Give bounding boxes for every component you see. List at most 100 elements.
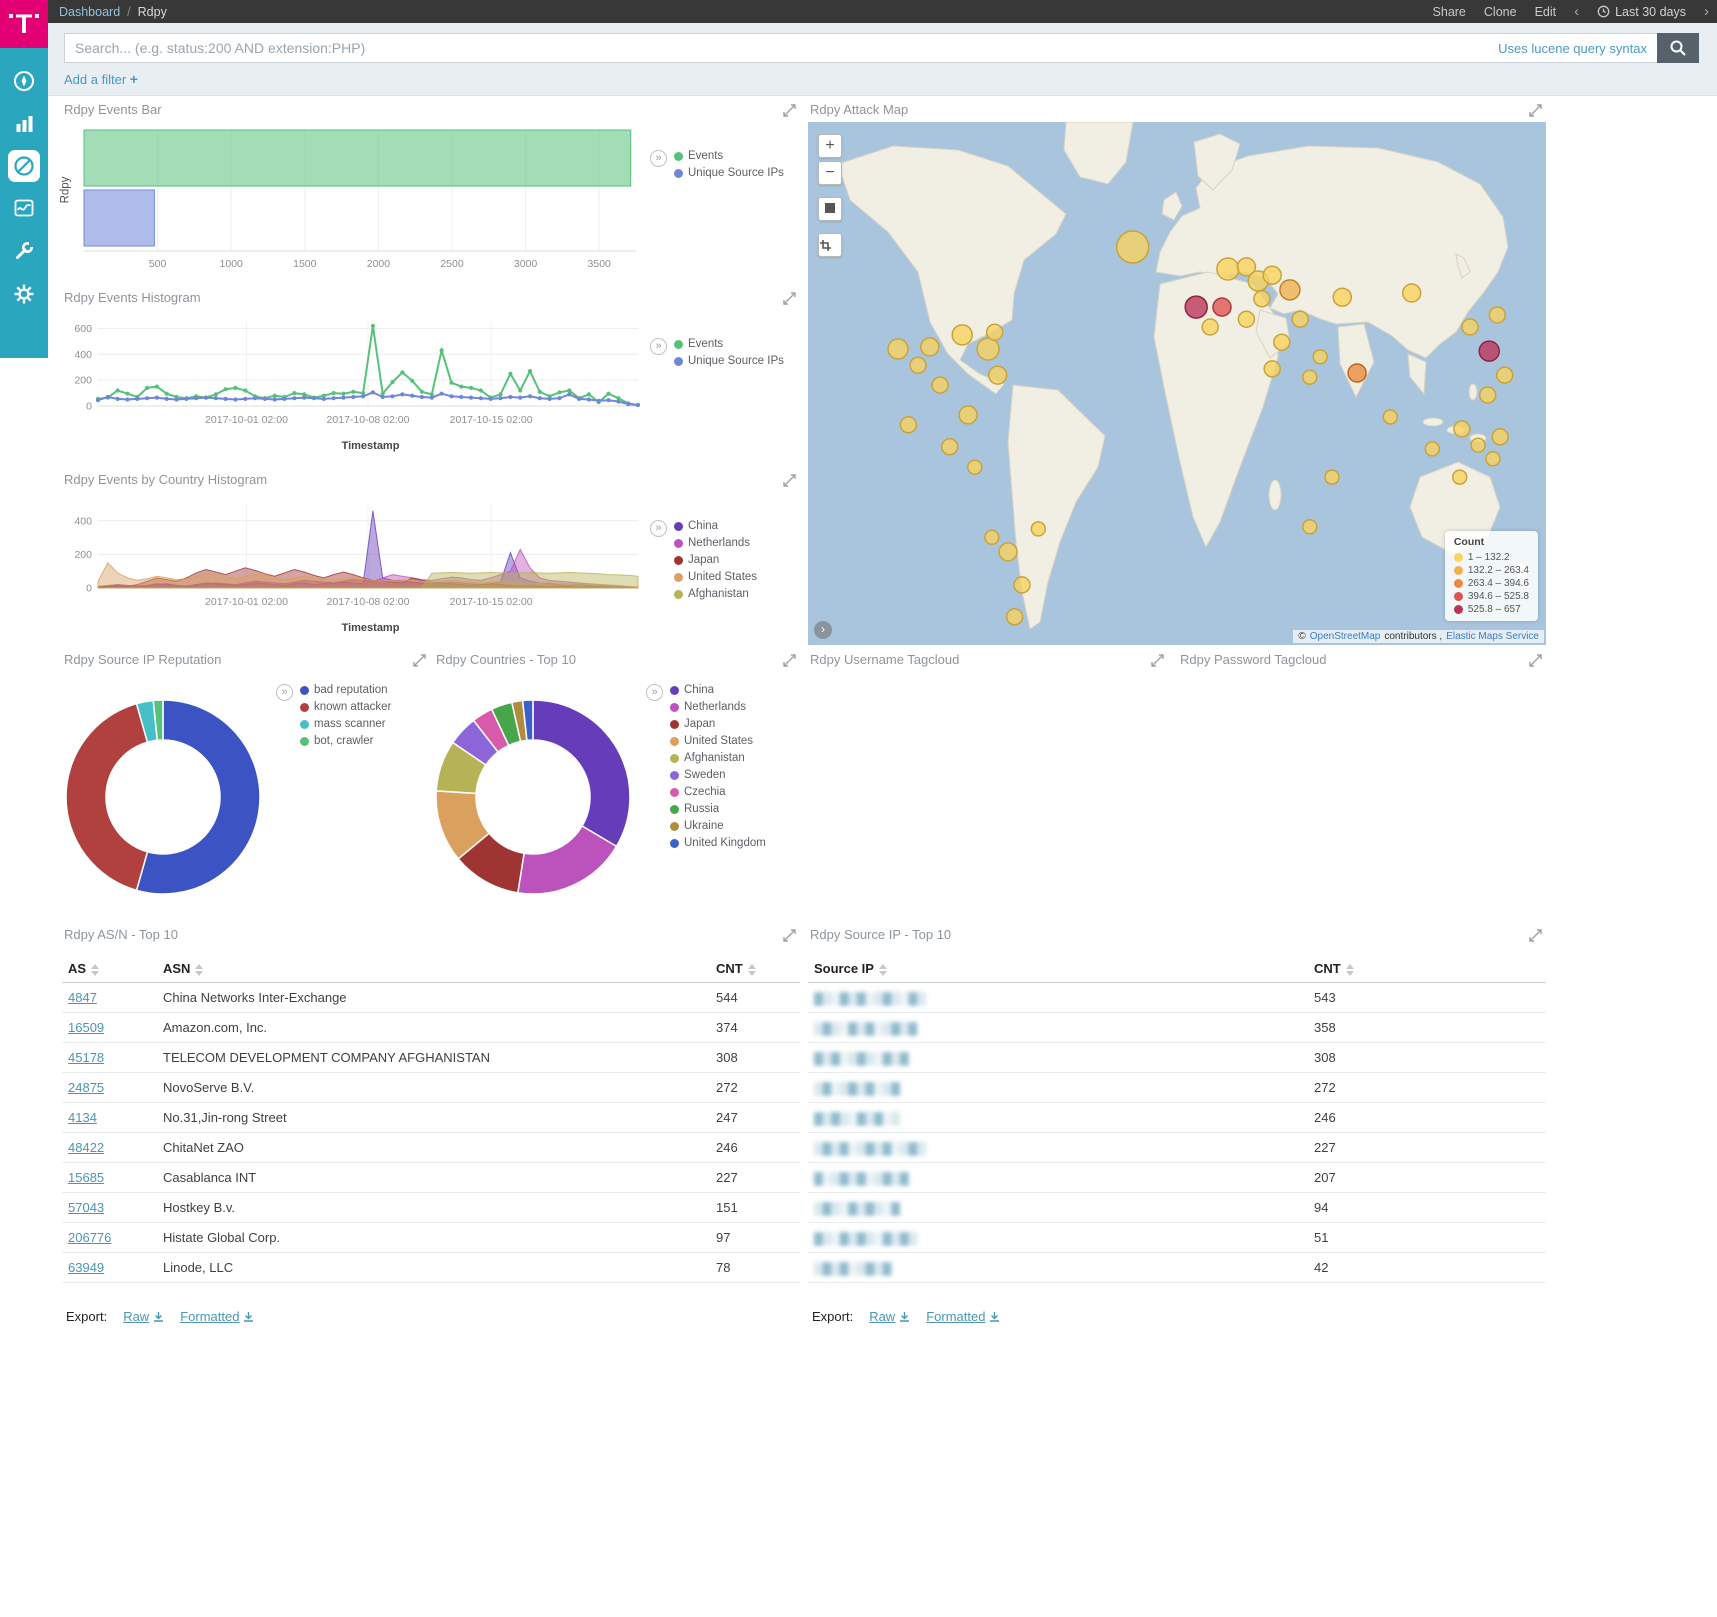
export-raw-link[interactable]: Raw — [869, 1309, 910, 1324]
column-header-source-ip[interactable]: Source IP — [808, 955, 1308, 983]
map-point[interactable] — [1471, 438, 1485, 452]
expand-icon[interactable] — [411, 652, 428, 669]
as-number-link[interactable]: 24875 — [68, 1080, 104, 1095]
map-point[interactable] — [1117, 231, 1149, 263]
zoom-in-button[interactable]: + — [818, 134, 842, 158]
map-point[interactable] — [1202, 319, 1218, 335]
map-point[interactable] — [1454, 421, 1470, 437]
map-point[interactable] — [1185, 296, 1207, 318]
map-point[interactable] — [1031, 522, 1045, 536]
lucene-syntax-link[interactable]: Uses lucene query syntax — [1498, 41, 1647, 56]
search-input[interactable] — [65, 34, 1657, 62]
legend-item[interactable]: Afghanistan — [674, 588, 757, 600]
clone-button[interactable]: Clone — [1484, 5, 1517, 19]
expand-icon[interactable] — [1527, 652, 1544, 669]
map-point[interactable] — [1263, 266, 1281, 284]
map-point[interactable] — [1213, 298, 1231, 316]
draw-bounds-button[interactable] — [818, 233, 842, 257]
expand-icon[interactable] — [781, 472, 798, 489]
export-formatted-link[interactable]: Formatted — [180, 1309, 254, 1324]
map-point[interactable] — [932, 377, 948, 393]
map-point[interactable] — [977, 338, 999, 360]
map-point[interactable] — [1403, 284, 1421, 302]
as-number-link[interactable]: 63949 — [68, 1260, 104, 1275]
map-point[interactable] — [987, 324, 1003, 340]
column-header-as[interactable]: AS — [62, 955, 157, 983]
attribution-toggle-icon[interactable]: › — [814, 621, 832, 639]
map-point[interactable] — [910, 357, 926, 373]
legend-item[interactable]: Unique Source IPs — [674, 167, 784, 179]
map-point[interactable] — [1453, 470, 1467, 484]
legend-item[interactable]: Netherlands — [670, 701, 766, 713]
expand-icon[interactable] — [781, 102, 798, 119]
time-back-icon[interactable]: ‹ — [1574, 3, 1579, 20]
legend-item[interactable]: United States — [670, 735, 766, 747]
legend-item[interactable]: Sweden — [670, 769, 766, 781]
sidebar-item-management[interactable] — [7, 277, 41, 311]
map-point[interactable] — [999, 543, 1017, 561]
edit-button[interactable]: Edit — [1535, 5, 1557, 19]
map-point[interactable] — [1480, 387, 1496, 403]
map-point[interactable] — [1303, 520, 1317, 534]
legend-item[interactable]: mass scanner — [300, 718, 391, 730]
legend-item[interactable]: United Kingdom — [670, 837, 766, 849]
legend-toggle-icon[interactable]: » — [276, 684, 293, 701]
add-filter-link[interactable]: Add a filter + — [64, 72, 138, 87]
expand-icon[interactable] — [781, 927, 798, 944]
expand-icon[interactable] — [1527, 102, 1544, 119]
telekom-logo[interactable]: T — [0, 0, 48, 48]
legend-item[interactable]: Czechia — [670, 786, 766, 798]
map-point[interactable] — [1217, 258, 1239, 280]
attack-map[interactable]: + − Count 1 – 132.2132.2 – 263.4263.4 – … — [808, 122, 1546, 645]
legend-item[interactable]: known attacker — [300, 701, 391, 713]
map-point[interactable] — [1489, 307, 1505, 323]
legend-item[interactable]: Events — [674, 150, 784, 162]
map-point[interactable] — [900, 417, 916, 433]
map-point[interactable] — [1497, 367, 1513, 383]
as-number-link[interactable]: 48422 — [68, 1140, 104, 1155]
share-button[interactable]: Share — [1433, 5, 1466, 19]
sidebar-item-devtools[interactable] — [7, 234, 41, 268]
map-point[interactable] — [1486, 452, 1500, 466]
map-point[interactable] — [1280, 280, 1300, 300]
map-point[interactable] — [1274, 334, 1290, 350]
zoom-out-button[interactable]: − — [818, 161, 842, 185]
expand-icon[interactable] — [781, 290, 798, 307]
legend-item[interactable]: Netherlands — [674, 537, 757, 549]
map-point[interactable] — [921, 338, 939, 356]
map-point[interactable] — [1462, 319, 1478, 335]
map-point[interactable] — [1492, 429, 1508, 445]
sidebar-item-dashboard[interactable] — [8, 150, 40, 182]
time-forward-icon[interactable]: › — [1704, 3, 1709, 20]
map-point[interactable] — [1348, 364, 1366, 382]
map-point[interactable] — [1383, 410, 1397, 424]
map-point[interactable] — [1254, 291, 1270, 307]
legend-item[interactable]: Japan — [670, 718, 766, 730]
as-number-link[interactable]: 45178 — [68, 1050, 104, 1065]
column-header-cnt[interactable]: CNT — [1308, 955, 1546, 983]
expand-icon[interactable] — [781, 652, 798, 669]
column-header-cnt[interactable]: CNT — [710, 955, 800, 983]
as-number-link[interactable]: 57043 — [68, 1200, 104, 1215]
map-point[interactable] — [959, 406, 977, 424]
legend-toggle-icon[interactable]: » — [650, 338, 667, 355]
export-formatted-link[interactable]: Formatted — [926, 1309, 1000, 1324]
search-button[interactable] — [1657, 33, 1699, 63]
map-point[interactable] — [989, 366, 1007, 384]
fit-bounds-button[interactable] — [818, 197, 842, 221]
legend-item[interactable]: China — [674, 520, 757, 532]
time-picker[interactable]: Last 30 days — [1597, 5, 1686, 19]
map-point[interactable] — [1303, 370, 1317, 384]
as-number-link[interactable]: 16509 — [68, 1020, 104, 1035]
export-raw-link[interactable]: Raw — [123, 1309, 164, 1324]
map-point[interactable] — [942, 439, 958, 455]
breadcrumb-dashboard-link[interactable]: Dashboard — [59, 5, 120, 19]
as-number-link[interactable]: 15685 — [68, 1170, 104, 1185]
sidebar-item-discover[interactable] — [7, 64, 41, 98]
as-number-link[interactable]: 4847 — [68, 990, 97, 1005]
legend-item[interactable]: United States — [674, 571, 757, 583]
map-point[interactable] — [1014, 577, 1030, 593]
map-point[interactable] — [1238, 311, 1254, 327]
legend-item[interactable]: Events — [674, 338, 784, 350]
as-number-link[interactable]: 206776 — [68, 1230, 111, 1245]
